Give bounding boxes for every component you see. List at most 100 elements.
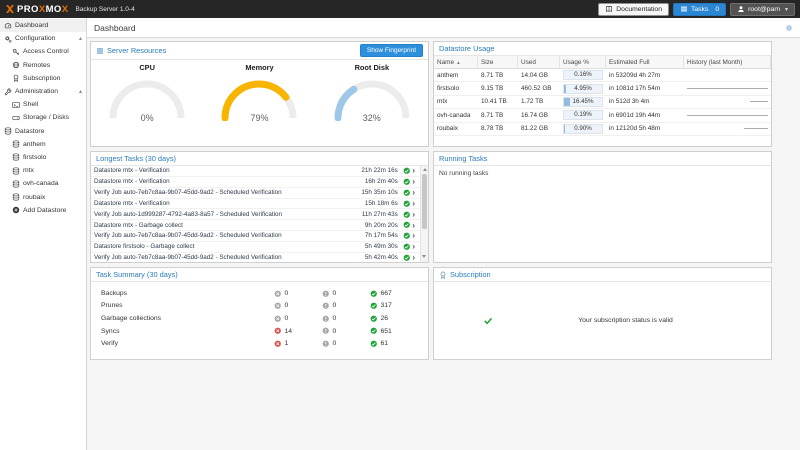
longest-task-row[interactable]: Verify Job auto-7eb7c8aa-9b07-45dd-9ad2 …	[91, 253, 420, 262]
sidebar-item-administration[interactable]: Administration ▴	[0, 85, 86, 98]
gauge-label: Root Disk	[354, 63, 390, 72]
longest-task-row[interactable]: Datastore mtx - Verification 16h 2m 40s ›	[91, 177, 420, 188]
sidebar-item-firstsolo[interactable]: firstsolo	[0, 151, 86, 164]
usage-bar: 4.95%	[563, 83, 603, 94]
sidebar-item-mtx[interactable]: mtx	[0, 164, 86, 177]
task-summary-row-prunes[interactable]: Prunes 0 0 317	[91, 300, 428, 313]
brand-text: PROXMOX	[17, 3, 69, 15]
datastore-row-anthem[interactable]: anthem 8.71 TB 14.04 GB 0.16% in 53209d 4h 2…	[434, 69, 771, 83]
gauge-label: Memory	[245, 63, 274, 72]
sidebar-item-label: Remotes	[23, 61, 51, 69]
column-header-used[interactable]: Used	[518, 56, 560, 68]
sidebar-item-datastore[interactable]: Datastore	[0, 125, 86, 138]
error-count: 0	[284, 314, 289, 322]
ok-count: 651	[380, 327, 392, 335]
longest-task-row[interactable]: Verify Job auto-7eb7c8aa-9b07-45dd-9ad2 …	[91, 231, 420, 242]
scroll-down-arrow[interactable]	[422, 255, 426, 258]
datastore-row-ovh-canada[interactable]: ovh-canada 8.71 TB 16.74 GB 0.19% in 6901d 1…	[434, 109, 771, 123]
gauge-value: 32%	[362, 113, 381, 123]
datastore-row-roubaix[interactable]: roubaix 8.78 TB 81.22 GB 0.90% in 12120d 5h …	[434, 123, 771, 136]
sidebar-item-ovh-canada[interactable]: ovh-canada	[0, 177, 86, 190]
sidebar-item-access-control[interactable]: Access Control	[0, 45, 86, 58]
gauge-icon	[4, 22, 12, 30]
collapse-arrow-icon[interactable]: ▴	[79, 88, 82, 95]
warning-status-icon	[322, 302, 330, 310]
warning-count-cell: 0	[322, 302, 370, 310]
datastore-row-mtx[interactable]: mtx 10.41 TB 1.72 TB 16.45% in 512d 3h 4m	[434, 96, 771, 110]
tasks-label: Tasks	[690, 5, 709, 13]
sidebar-item-configuration[interactable]: Configuration ▴	[0, 32, 86, 45]
open-task-chevron[interactable]: ›	[410, 178, 417, 186]
collapse-arrow-icon[interactable]: ▴	[79, 35, 82, 42]
show-fingerprint-button[interactable]: Show Fingerprint	[359, 44, 423, 57]
history-sparkline	[684, 101, 771, 103]
column-header-estimated-full[interactable]: Estimated Full	[606, 56, 684, 68]
datastore-name: mtx	[437, 98, 448, 106]
longest-task-row[interactable]: Verify Job auto-1d999287-4792-4a83-8a57 …	[91, 209, 420, 221]
datastore-row-firstsolo[interactable]: firstsolo 9.15 TB 460.52 GB 4.95% in 1081d 1…	[434, 82, 771, 96]
scroll-up-arrow[interactable]	[422, 168, 427, 171]
sidebar-item-label: Administration	[15, 88, 59, 96]
open-task-chevron[interactable]: ›	[410, 167, 417, 175]
documentation-button[interactable]: Documentation	[598, 2, 669, 16]
gauge-memory: Memory 79%	[209, 63, 309, 126]
usage-bar: 0.16%	[563, 70, 603, 81]
subscription-status-message: Your subscription status is valid	[578, 317, 673, 324]
open-task-chevron[interactable]: ›	[410, 232, 417, 240]
sidebar-item-dashboard[interactable]: Dashboard	[0, 19, 86, 33]
chevron-down-icon: ▾	[784, 6, 788, 13]
column-header-size[interactable]: Size	[478, 56, 518, 68]
datastore-usage-cell: 0.16%	[560, 70, 606, 81]
database-icon	[12, 153, 20, 162]
sidebar-item-subscription[interactable]: Subscription	[0, 72, 86, 85]
gears-icon	[4, 35, 12, 43]
sidebar-item-shell[interactable]: Shell	[0, 98, 86, 111]
datastore-usage-panel: Datastore Usage Name ▲ Size Used Usage % Esti…	[433, 41, 772, 147]
sidebar-item-roubaix[interactable]: roubaix	[0, 190, 86, 203]
open-task-chevron[interactable]: ›	[410, 210, 417, 218]
task-ok-icon	[403, 243, 411, 251]
task-summary-row-verify[interactable]: Verify 1 0 61	[91, 337, 428, 350]
user-menu-button[interactable]: root@pam ▾	[730, 2, 795, 16]
warning-count-cell: 0	[322, 327, 370, 335]
task-duration: 21h 22m 16s	[361, 167, 398, 175]
sidebar-item-remotes[interactable]: Remotes	[0, 59, 86, 72]
scrollbar-thumb[interactable]	[422, 174, 427, 229]
longest-task-row[interactable]: Datastore mtx - Verification 21h 22m 16s ›	[91, 166, 420, 177]
task-summary-row-backups[interactable]: Backups 0 0 667	[91, 287, 428, 300]
dashboard-settings-gear-icon[interactable]	[785, 24, 793, 32]
task-type-label: Verify	[101, 340, 118, 348]
usage-bar: 0.90%	[563, 123, 603, 134]
column-header-history-last-month[interactable]: History (last Month)	[684, 56, 771, 68]
error-status-icon	[274, 290, 282, 298]
datastore-name: ovh-canada	[437, 111, 471, 119]
column-header-usage[interactable]: Usage %	[560, 56, 606, 68]
sidebar-item-add-datastore[interactable]: Add Datastore	[0, 204, 86, 217]
open-task-chevron[interactable]: ›	[410, 221, 417, 229]
warning-status-icon	[322, 327, 330, 335]
ok-count-cell: 61	[370, 340, 418, 348]
open-task-chevron[interactable]: ›	[410, 254, 417, 262]
task-ok-icon	[403, 178, 411, 186]
sidebar-item-label: Shell	[23, 101, 39, 109]
tasks-button[interactable]: Tasks 0	[672, 2, 727, 16]
open-task-chevron[interactable]: ›	[410, 243, 417, 251]
sidebar-item-storage-disks[interactable]: Storage / Disks	[0, 111, 86, 124]
hdd-icon	[12, 114, 20, 122]
task-ok-icon	[403, 221, 411, 229]
sidebar-item-label: Dashboard	[15, 22, 49, 30]
longest-task-row[interactable]: Datastore mtx - Verification 15h 18m 6s ›	[91, 199, 420, 210]
error-status-icon	[274, 315, 282, 323]
scrollbar[interactable]	[420, 166, 428, 262]
column-header-name[interactable]: Name ▲	[434, 56, 478, 68]
longest-task-row[interactable]: Verify Job auto-7eb7c8aa-9b07-45dd-9ad2 …	[91, 188, 420, 199]
open-task-chevron[interactable]: ›	[410, 189, 417, 197]
sidebar-item-anthem[interactable]: anthem	[0, 138, 86, 151]
open-task-chevron[interactable]: ›	[410, 199, 417, 207]
task-summary-row-syncs[interactable]: Syncs 14 0 651	[91, 325, 428, 338]
longest-task-row[interactable]: Datastore mtx - Garbage collect 9h 20m 20…	[91, 220, 420, 232]
longest-task-row[interactable]: Datastore firstsolo - Garbage collect 5h …	[91, 242, 420, 253]
ok-status-icon	[370, 327, 378, 335]
sort-asc-icon: ▲	[456, 59, 461, 65]
task-summary-row-garbage-collections[interactable]: Garbage collections 0 0 26	[91, 312, 428, 325]
